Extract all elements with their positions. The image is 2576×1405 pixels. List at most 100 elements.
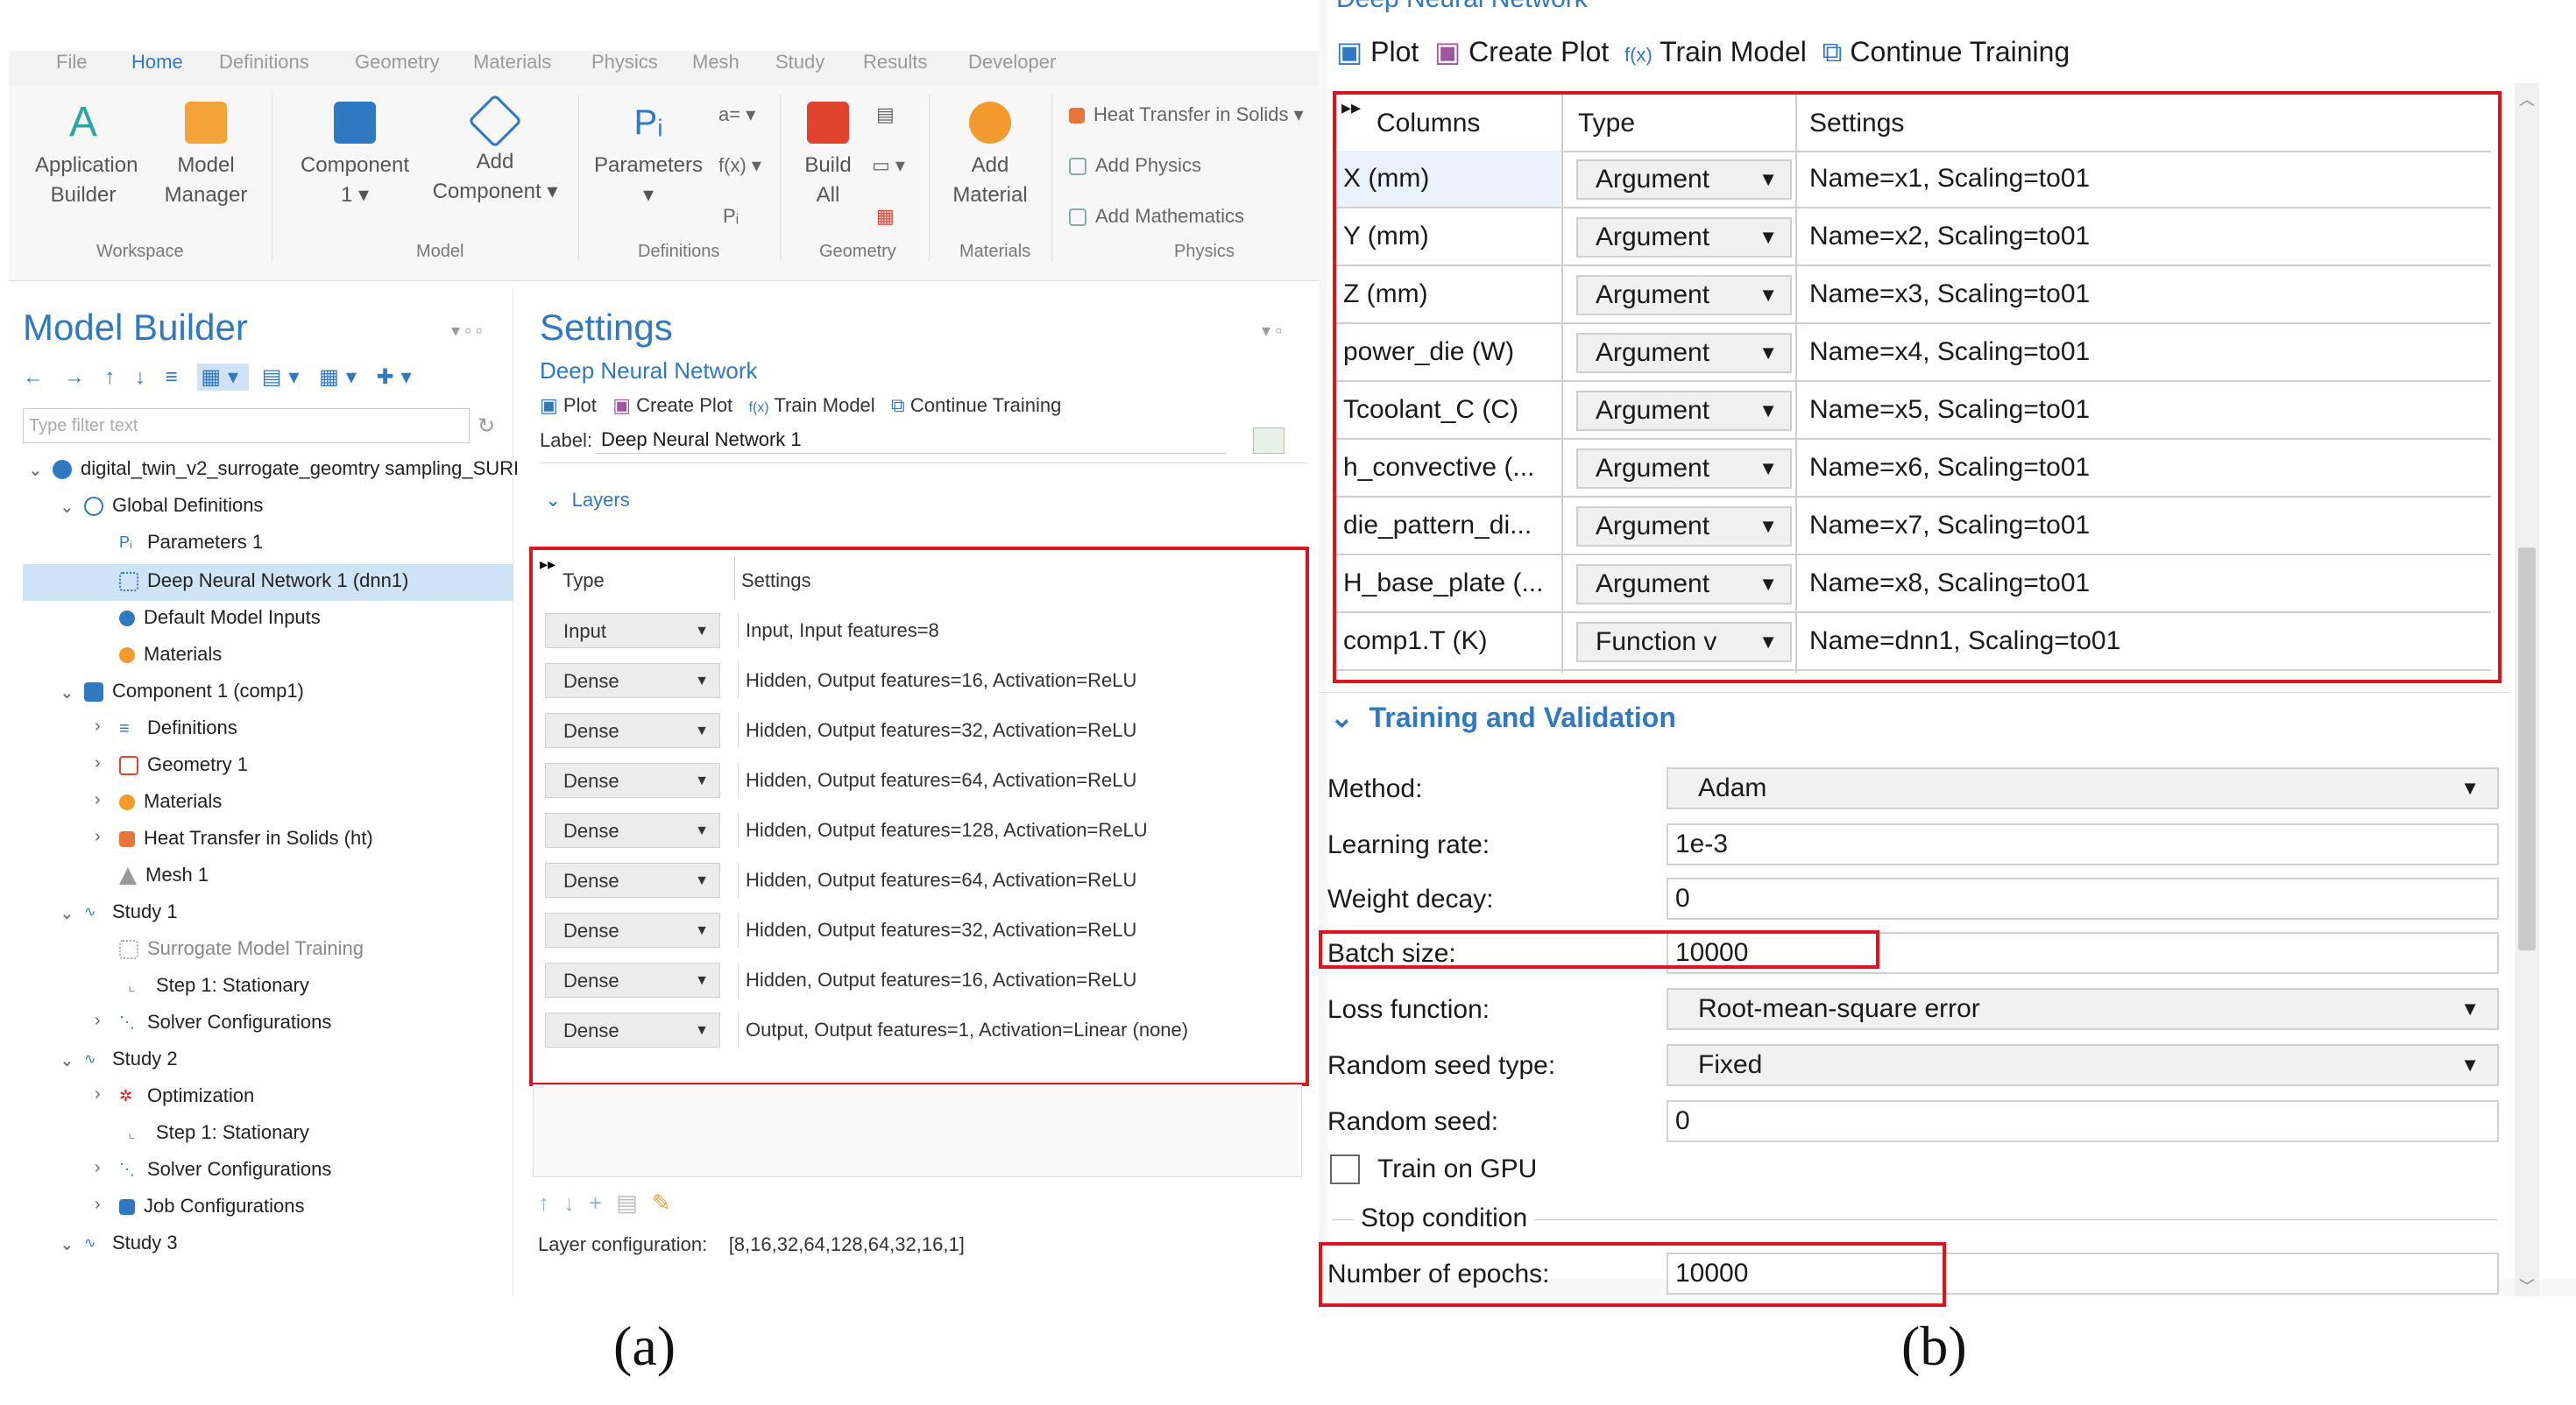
tab-developer[interactable]: Developer bbox=[968, 51, 1056, 74]
column-row[interactable]: Y (mm) Argument ▼ Name=x2, Scaling=to01 bbox=[1336, 208, 2491, 266]
layer-type-select[interactable]: Input ▼ bbox=[545, 613, 720, 648]
chevron-right-icon[interactable]: › bbox=[95, 1158, 101, 1178]
column-type-select[interactable]: Function v ▼ bbox=[1576, 622, 1792, 662]
training-section-header[interactable]: ⌄ Training and Validation bbox=[1330, 701, 1676, 734]
expand-columns-icon[interactable]: ▸▸ bbox=[540, 555, 556, 574]
variables-icon[interactable]: a= ▾ bbox=[718, 103, 755, 126]
layer-row[interactable]: Dense ▼ Hidden, Output features=32, Activa… bbox=[540, 708, 1295, 755]
column-type-select[interactable]: Argument ▼ bbox=[1576, 217, 1792, 258]
tree-item-solver-configurations-2[interactable]: ⋱ Solver Configurations bbox=[119, 1158, 331, 1181]
learning-rate-field[interactable]: 1e-3 bbox=[1667, 823, 2499, 865]
layer-row[interactable]: Dense ▼ Hidden, Output features=16, Activa… bbox=[540, 957, 1295, 1005]
tree-item-step-stationary[interactable]: ⌞ Step 1: Stationary bbox=[128, 974, 309, 997]
filter-input[interactable]: Type filter text bbox=[23, 408, 470, 443]
column-row[interactable]: h_convective (... Argument ▼ Name=x6, Scali… bbox=[1336, 440, 2491, 498]
tree-item-step-stationary-2[interactable]: ⌞ Step 1: Stationary bbox=[128, 1121, 309, 1144]
tab-physics[interactable]: Physics bbox=[591, 51, 658, 74]
tab-file[interactable]: File bbox=[56, 51, 87, 74]
column-row[interactable]: die_pattern_di... Argument ▼ Name=x7, Scali… bbox=[1336, 498, 2491, 555]
tab-definitions[interactable]: Definitions bbox=[219, 51, 309, 74]
tree-item-surrogate-training[interactable]: Surrogate Model Training bbox=[119, 937, 364, 960]
tree-item-deep-neural-network[interactable]: Deep Neural Network 1 (dnn1) bbox=[119, 569, 408, 592]
plot-button[interactable]: ▣ Plot bbox=[540, 394, 597, 416]
tree-item-global-definitions[interactable]: Global Definitions bbox=[84, 494, 263, 517]
weight-decay-field[interactable]: 0 bbox=[1667, 878, 2499, 920]
tree-item-optimization[interactable]: ✲ Optimization bbox=[119, 1084, 254, 1107]
layer-row[interactable]: Dense ▼ Hidden, Output features=16, Activa… bbox=[540, 658, 1295, 705]
tree-item-default-model-inputs[interactable]: Default Model Inputs bbox=[119, 606, 321, 629]
plot-button[interactable]: ▣ Plot bbox=[1336, 36, 1419, 67]
column-type-select[interactable]: Argument ▼ bbox=[1576, 564, 1792, 604]
chevron-down-icon[interactable]: ⌄ bbox=[28, 459, 43, 481]
chevron-right-icon[interactable]: › bbox=[95, 790, 101, 810]
layer-row[interactable]: Dense ▼ Hidden, Output features=128, Activ… bbox=[540, 808, 1295, 855]
layer-type-select[interactable]: Dense ▼ bbox=[545, 963, 720, 998]
add-material-button[interactable]: Add Material bbox=[942, 102, 1038, 210]
clear-icon[interactable]: ✎ bbox=[652, 1190, 685, 1216]
train-model-button[interactable]: f(x) Train Model bbox=[749, 394, 875, 416]
train-on-gpu-checkbox[interactable] bbox=[1330, 1154, 1360, 1184]
layer-row[interactable]: Dense ▼ Output, Output features=1, Activat… bbox=[540, 1007, 1295, 1055]
random-seed-field[interactable]: 0 bbox=[1667, 1100, 2499, 1142]
chevron-right-icon[interactable]: › bbox=[95, 717, 101, 737]
tree-item-heat-transfer[interactable]: Heat Transfer in Solids (ht) bbox=[119, 827, 373, 850]
train-model-button[interactable]: f(x) Train Model bbox=[1624, 36, 1807, 67]
column-row[interactable]: comp1.T (K) Function v ▼ Name=dnn1, Scaling… bbox=[1336, 613, 2491, 671]
column-row[interactable]: X (mm) Argument ▼ Name=x1, Scaling=to01 bbox=[1336, 151, 2491, 208]
column-row[interactable]: Tcoolant_C (C) Argument ▼ Name=x5, Scaling=… bbox=[1336, 382, 2491, 440]
layer-type-select[interactable]: Dense ▼ bbox=[545, 913, 720, 948]
model-manager-button[interactable]: Model Manager bbox=[158, 102, 254, 210]
layer-type-select[interactable]: Dense ▼ bbox=[545, 763, 720, 798]
scroll-up-icon[interactable]: ︿ bbox=[2519, 88, 2535, 110]
chevron-right-icon[interactable]: › bbox=[95, 1195, 101, 1215]
column-type-select[interactable]: Argument ▼ bbox=[1576, 448, 1792, 489]
geometry-ops-icon[interactable]: ▭ ▾ bbox=[872, 154, 905, 177]
tree-toolbar[interactable]: ← → ↑ ↓ ≡ ▦▾ ▤▾ ▦▾ ✚▾ bbox=[23, 364, 419, 391]
tree-item-study-1[interactable]: ∿ Study 1 bbox=[84, 900, 178, 923]
layer-type-select[interactable]: Dense ▼ bbox=[545, 863, 720, 898]
layer-row[interactable]: Dense ▼ Hidden, Output features=64, Activa… bbox=[540, 758, 1295, 805]
continue-training-button[interactable]: ⧉ Continue Training bbox=[891, 394, 1061, 416]
column-type-select[interactable]: Argument ▼ bbox=[1576, 506, 1792, 547]
layer-row[interactable]: Dense ▼ Hidden, Output features=64, Activa… bbox=[540, 858, 1295, 905]
tree-item-job-configurations[interactable]: Job Configurations bbox=[119, 1195, 304, 1218]
tree-item-mesh[interactable]: Mesh 1 bbox=[119, 864, 209, 886]
tree-item-materials-comp[interactable]: Materials bbox=[119, 790, 222, 813]
tree-item-solver-configurations[interactable]: ⋱ Solver Configurations bbox=[119, 1011, 331, 1034]
functions-icon[interactable]: f(x) ▾ bbox=[718, 154, 761, 177]
pane-controls-icon[interactable]: ▾ ▫ ▫ bbox=[451, 320, 482, 342]
tree-item-study-3[interactable]: ∿ Study 3 bbox=[84, 1232, 178, 1254]
tree-item-geometry[interactable]: Geometry 1 bbox=[119, 753, 248, 776]
chevron-down-icon[interactable]: ⌄ bbox=[60, 902, 74, 924]
import-icon[interactable]: ▤ bbox=[876, 103, 895, 126]
layer-list-toolbar[interactable]: ↑↓+▤✎ bbox=[538, 1190, 685, 1217]
heat-transfer-button[interactable]: Heat Transfer in Solids ▾ bbox=[1069, 103, 1304, 126]
add-physics-button[interactable]: Add Physics bbox=[1069, 154, 1201, 177]
scrollbar-thumb[interactable] bbox=[2518, 547, 2536, 950]
create-plot-button[interactable]: ▣ Create Plot bbox=[612, 394, 732, 416]
parameters-button[interactable]: Pᵢ Parameters ▾ bbox=[591, 102, 705, 210]
parameter-case-icon[interactable]: Pᵢ bbox=[723, 205, 739, 228]
geometry-delete-icon[interactable]: ▦ bbox=[876, 205, 895, 228]
chevron-down-icon[interactable]: ⌄ bbox=[60, 1049, 74, 1071]
layer-type-select[interactable]: Dense ▼ bbox=[545, 813, 720, 848]
column-type-select[interactable]: Argument ▼ bbox=[1576, 391, 1792, 431]
application-builder-button[interactable]: A Application Builder bbox=[35, 102, 138, 210]
chevron-right-icon[interactable]: › bbox=[95, 753, 101, 773]
build-all-button[interactable]: Build All bbox=[793, 102, 863, 210]
add-component-button[interactable]: Add Component ▾ bbox=[421, 93, 570, 207]
image-label-icon[interactable] bbox=[1253, 427, 1284, 454]
layers-section-header[interactable]: ⌄ Layers bbox=[545, 489, 630, 512]
loss-function-select[interactable]: Root-mean-square error ▼ bbox=[1667, 988, 2499, 1030]
tree-item-root[interactable]: digital_twin_v2_surrogate_geomtry sampli… bbox=[53, 457, 519, 480]
tab-materials[interactable]: Materials bbox=[473, 51, 551, 74]
scroll-down-icon[interactable]: ﹀ bbox=[2519, 1274, 2535, 1296]
layer-row[interactable]: Input ▼ Input, Input features=8 bbox=[540, 608, 1295, 655]
layer-type-select[interactable]: Dense ▼ bbox=[545, 663, 720, 698]
tree-item-materials[interactable]: Materials bbox=[119, 643, 222, 666]
column-type-select[interactable]: Argument ▼ bbox=[1576, 333, 1792, 373]
add-mathematics-button[interactable]: Add Mathematics bbox=[1069, 205, 1244, 228]
pane-controls-icon[interactable]: ▾ ▫ bbox=[1262, 320, 1282, 342]
continue-training-button[interactable]: ⧉ Continue Training bbox=[1822, 36, 2070, 67]
column-row[interactable]: power_die (W) Argument ▼ Name=x4, Scaling=t… bbox=[1336, 324, 2491, 382]
